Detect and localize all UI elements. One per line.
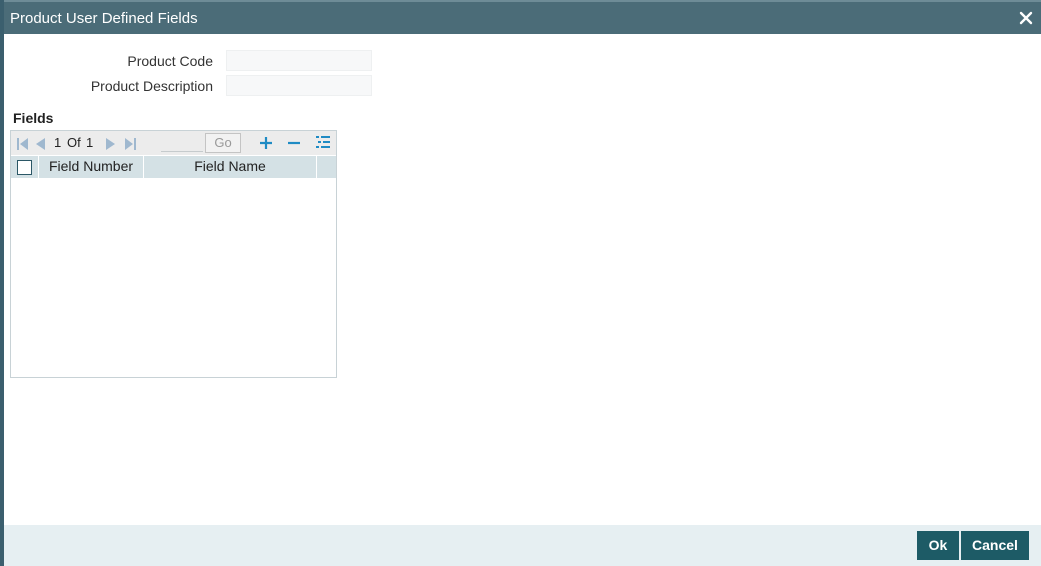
select-all-checkbox[interactable] xyxy=(17,160,32,175)
product-code-label: Product Code xyxy=(127,53,213,69)
previous-page-icon[interactable] xyxy=(36,137,45,153)
product-udf-dialog: Product User Defined Fields Product Code… xyxy=(0,0,1041,566)
product-code-field[interactable] xyxy=(226,50,372,71)
select-all-cell xyxy=(11,156,39,178)
product-description-label: Product Description xyxy=(90,78,213,94)
header-spacer xyxy=(317,156,336,178)
current-page: 1 xyxy=(54,135,62,150)
dialog-title: Product User Defined Fields xyxy=(10,10,198,27)
column-header-field-number[interactable]: Field Number xyxy=(39,156,144,178)
close-icon[interactable] xyxy=(1019,11,1035,27)
first-page-icon[interactable] xyxy=(17,137,28,153)
column-header-field-name[interactable]: Field Name xyxy=(144,156,317,178)
page-of-label: Of xyxy=(67,135,81,150)
page-number-input[interactable] xyxy=(161,135,203,152)
add-row-icon[interactable] xyxy=(260,136,272,152)
product-description-field[interactable] xyxy=(226,75,372,96)
grid-toolbar: 1 Of 1 Go xyxy=(11,131,336,155)
row-details-icon[interactable] xyxy=(316,135,330,152)
total-pages: 1 xyxy=(86,135,94,150)
grid-header: Field Number Field Name xyxy=(11,156,336,178)
cancel-button[interactable]: Cancel xyxy=(961,531,1029,560)
title-bar: Product User Defined Fields xyxy=(4,0,1041,34)
last-page-icon[interactable] xyxy=(125,137,136,153)
fields-grid: 1 Of 1 Go Field Number Field Name xyxy=(10,130,337,378)
fields-section-title: Fields xyxy=(13,110,54,126)
delete-row-icon[interactable] xyxy=(288,136,300,152)
next-page-icon[interactable] xyxy=(106,137,115,153)
go-button[interactable]: Go xyxy=(205,133,241,153)
ok-button[interactable]: Ok xyxy=(917,531,959,560)
dialog-footer: Ok Cancel xyxy=(4,525,1041,566)
